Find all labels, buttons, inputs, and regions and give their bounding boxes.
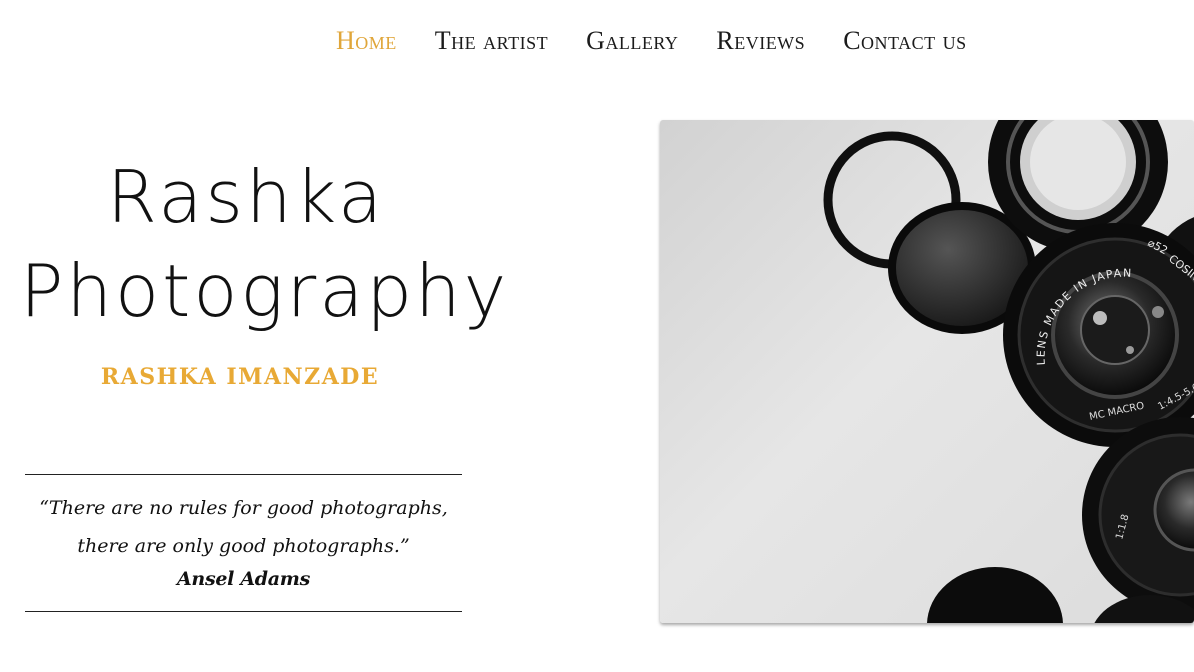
quote-line-2: there are only good photographs.” <box>77 535 410 557</box>
bottom-lens-cap <box>927 567 1063 623</box>
nav-the-artist[interactable]: The artist <box>435 24 548 58</box>
nav-gallery[interactable]: Gallery <box>586 24 678 58</box>
site-title-line1: Rashka <box>106 155 386 239</box>
hero-image: LENS MADE IN JAPAN ⌀52 COSINA MC MACRO 1… <box>660 120 1194 623</box>
site-title-line2: Photography <box>20 249 510 333</box>
nav-home[interactable]: Home <box>336 24 397 58</box>
main-nav: Home The artist Gallery Reviews Contact … <box>336 24 967 58</box>
camera-lenses-illustration: LENS MADE IN JAPAN ⌀52 COSINA MC MACRO 1… <box>823 120 1194 623</box>
quote-text: “There are no rules for good photographs… <box>25 489 462 565</box>
site-title: Rashka Photography <box>20 150 510 338</box>
quote-block: “There are no rules for good photographs… <box>25 474 462 612</box>
quote-author: Ansel Adams <box>176 568 310 590</box>
nav-contact-us[interactable]: Contact us <box>843 24 966 58</box>
artist-name: RASHKA IMANZADE <box>100 364 380 390</box>
nav-reviews[interactable]: Reviews <box>716 24 805 58</box>
quote-line-1: “There are no rules for good photographs… <box>39 497 448 519</box>
